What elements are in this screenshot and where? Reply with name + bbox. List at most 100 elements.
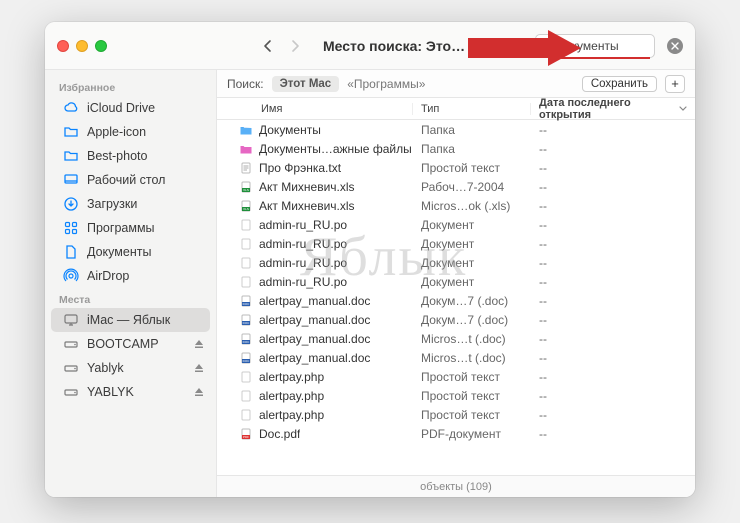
- airdrop-icon: [63, 268, 79, 284]
- file-type: Документ: [413, 218, 531, 232]
- drive-icon: [63, 336, 79, 352]
- file-type: PDF-документ: [413, 427, 531, 441]
- file-date: --: [531, 332, 695, 346]
- close-icon: [671, 42, 679, 50]
- file-date: --: [531, 199, 695, 213]
- svg-text:DOC: DOC: [243, 340, 251, 344]
- sidebar-item[interactable]: BOOTCAMP: [51, 332, 210, 356]
- sidebar-item[interactable]: iMac — Яблык: [51, 308, 210, 332]
- close-window-button[interactable]: [57, 40, 69, 52]
- file-date: --: [531, 142, 695, 156]
- file-name: alertpay.php: [259, 408, 324, 422]
- eject-icon[interactable]: [194, 339, 204, 349]
- file-row[interactable]: alertpay.phpПростой текст--: [217, 367, 695, 386]
- file-date: --: [531, 218, 695, 232]
- blank-icon: [239, 218, 253, 232]
- column-date[interactable]: Дата последнего открытия: [531, 97, 695, 121]
- doc-icon: DOC: [239, 332, 253, 346]
- file-name: Акт Михневич.xls: [259, 180, 355, 194]
- scope-programs[interactable]: «Программы»: [347, 77, 425, 91]
- sidebar-item-label: iCloud Drive: [87, 101, 155, 115]
- file-row[interactable]: DOCalertpay_manual.docMicros…t (.doc)--: [217, 348, 695, 367]
- sidebar-item-label: Документы: [87, 245, 151, 259]
- file-row[interactable]: Про Фрэнка.txtПростой текст--: [217, 158, 695, 177]
- svg-text:XLS: XLS: [243, 188, 249, 192]
- add-criteria-button[interactable]: +: [665, 75, 685, 93]
- scope-this-mac[interactable]: Этот Mac: [272, 76, 340, 92]
- sidebar-item[interactable]: Программы: [51, 216, 210, 240]
- file-type: Простой текст: [413, 389, 531, 403]
- sidebar-item-label: AirDrop: [87, 269, 129, 283]
- sidebar-item[interactable]: iCloud Drive: [51, 96, 210, 120]
- file-row[interactable]: ДокументыПапка--: [217, 120, 695, 139]
- back-button[interactable]: [255, 35, 279, 57]
- sidebar-item[interactable]: Рабочий стол: [51, 168, 210, 192]
- desktop-icon: [63, 172, 79, 188]
- file-type: Папка: [413, 142, 531, 156]
- folder-blue-icon: [239, 123, 253, 137]
- sidebar-item[interactable]: Yablyk: [51, 356, 210, 380]
- file-row[interactable]: Документы…ажные файлыПапка--: [217, 139, 695, 158]
- file-row[interactable]: DOCalertpay_manual.docДокум…7 (.doc)--: [217, 310, 695, 329]
- file-row[interactable]: admin-ru_RU.poДокумент--: [217, 215, 695, 234]
- sidebar-item-label: iMac — Яблык: [87, 313, 170, 327]
- search-scope-bar: Поиск: Этот Mac «Программы» Сохранить +: [217, 70, 695, 98]
- file-name: admin-ru_RU.po: [259, 256, 347, 270]
- file-row[interactable]: DOCalertpay_manual.docMicros…t (.doc)--: [217, 329, 695, 348]
- column-type[interactable]: Тип: [413, 103, 531, 115]
- sidebar-item[interactable]: Документы: [51, 240, 210, 264]
- file-name: alertpay_manual.doc: [259, 351, 370, 365]
- file-date: --: [531, 123, 695, 137]
- file-date: --: [531, 294, 695, 308]
- forward-button[interactable]: [283, 35, 307, 57]
- zoom-window-button[interactable]: [95, 40, 107, 52]
- main-content: Поиск: Этот Mac «Программы» Сохранить + …: [217, 70, 695, 497]
- blank-icon: [239, 408, 253, 422]
- minimize-window-button[interactable]: [76, 40, 88, 52]
- clear-search-button[interactable]: [667, 38, 683, 54]
- file-date: --: [531, 408, 695, 422]
- cloud-icon: [63, 100, 79, 116]
- file-list[interactable]: ДокументыПапка--Документы…ажные файлыПап…: [217, 120, 695, 475]
- file-row[interactable]: alertpay.phpПростой текст--: [217, 405, 695, 424]
- eject-icon[interactable]: [194, 363, 204, 373]
- sidebar-item[interactable]: Apple-icon: [51, 120, 210, 144]
- save-search-button[interactable]: Сохранить: [582, 76, 657, 92]
- file-name: alertpay.php: [259, 389, 324, 403]
- sidebar-item-label: Yablyk: [87, 361, 124, 375]
- file-row[interactable]: XLSАкт Михневич.xlsMicros…ok (.xls)--: [217, 196, 695, 215]
- doc-icon: DOC: [239, 313, 253, 327]
- file-name: Документы…ажные файлы: [259, 142, 412, 156]
- folder-pink-icon: [239, 142, 253, 156]
- finder-window: Место поиска: Это… ИзбранноеiCloud Drive…: [45, 22, 695, 497]
- column-date-label: Дата последнего открытия: [539, 97, 679, 121]
- file-row[interactable]: XLSАкт Михневич.xlsРабоч…7-2004--: [217, 177, 695, 196]
- drive-icon: [63, 360, 79, 376]
- file-type: Докум…7 (.doc): [413, 313, 531, 327]
- file-row[interactable]: DOCalertpay_manual.docДокум…7 (.doc)--: [217, 291, 695, 310]
- file-date: --: [531, 237, 695, 251]
- search-highlight: [554, 57, 650, 59]
- sidebar-item[interactable]: YABLYK: [51, 380, 210, 404]
- window-controls: [57, 40, 107, 52]
- search-field-wrap[interactable]: [535, 34, 655, 58]
- chevron-right-icon: [290, 39, 300, 53]
- sidebar-item[interactable]: Загрузки: [51, 192, 210, 216]
- file-row[interactable]: admin-ru_RU.poДокумент--: [217, 272, 695, 291]
- file-type: Папка: [413, 123, 531, 137]
- search-input[interactable]: [558, 39, 648, 53]
- file-type: Micros…ok (.xls): [413, 199, 531, 213]
- apps-icon: [63, 220, 79, 236]
- file-row[interactable]: admin-ru_RU.poДокумент--: [217, 253, 695, 272]
- sidebar: ИзбранноеiCloud DriveApple-iconBest-phot…: [45, 70, 217, 497]
- file-date: --: [531, 313, 695, 327]
- sidebar-item[interactable]: AirDrop: [51, 264, 210, 288]
- file-row[interactable]: admin-ru_RU.poДокумент--: [217, 234, 695, 253]
- eject-icon[interactable]: [194, 387, 204, 397]
- column-name[interactable]: Имя: [217, 103, 413, 115]
- file-type: Простой текст: [413, 161, 531, 175]
- sidebar-item[interactable]: Best-photo: [51, 144, 210, 168]
- docfolder-icon: [63, 244, 79, 260]
- file-row[interactable]: PDFDoc.pdfPDF-документ--: [217, 424, 695, 443]
- file-row[interactable]: alertpay.phpПростой текст--: [217, 386, 695, 405]
